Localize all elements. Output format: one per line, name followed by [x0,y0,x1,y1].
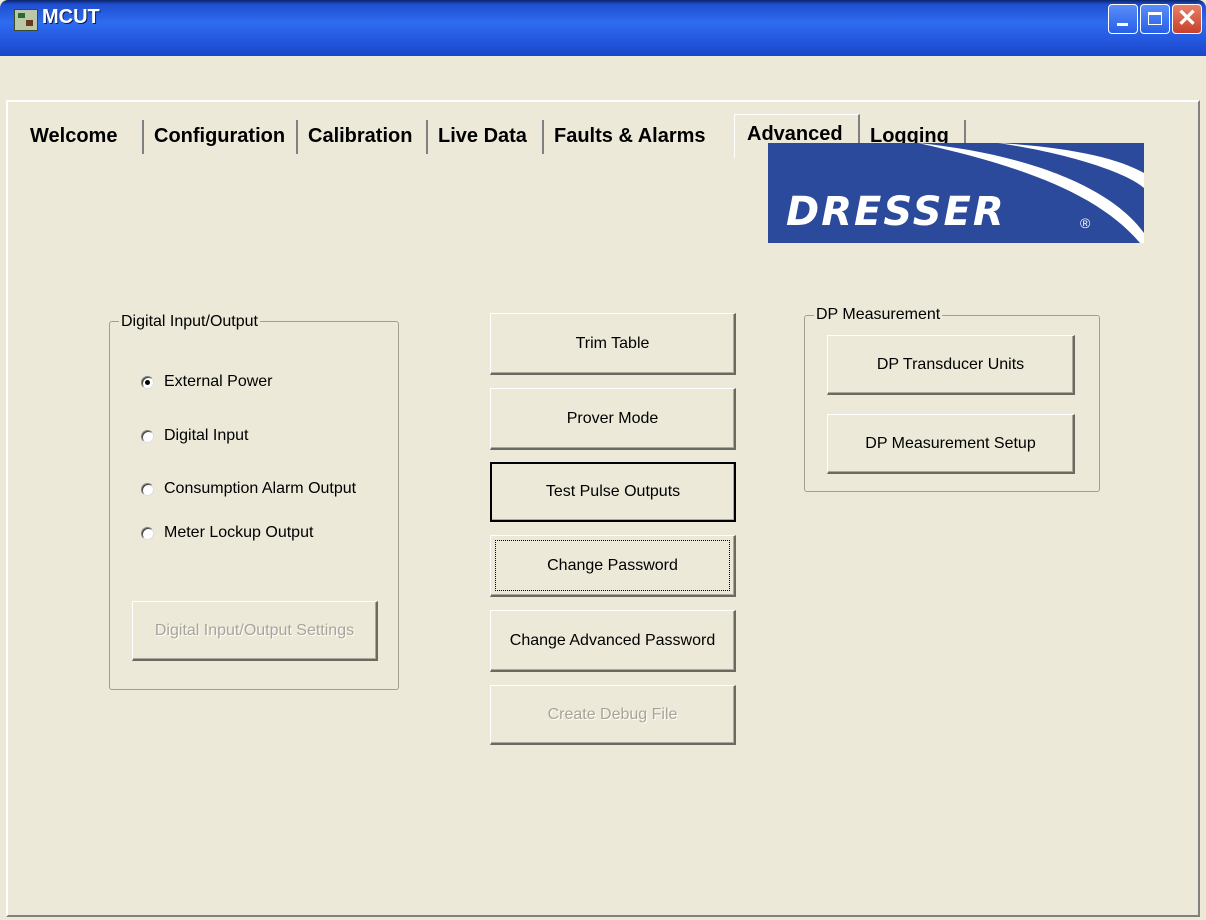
registered-mark: ® [1080,215,1091,231]
radio-label: External Power [164,373,273,390]
radio-button[interactable] [141,429,154,443]
dresser-logo: DRESSER ® [768,143,1144,243]
radio-button[interactable] [141,375,154,389]
radio-label: Meter Lockup Output [164,524,314,541]
window-title: MCUT [42,6,100,28]
close-icon: ✕ [1176,5,1198,32]
prover-mode-button[interactable]: Prover Mode [490,388,736,450]
logo-text: DRESSER [786,189,1006,235]
radio-label: Consumption Alarm Output [164,480,357,497]
radio-button[interactable] [141,482,154,496]
change-password-button[interactable]: Change Password [490,535,736,597]
create-debug-file-button[interactable]: Create Debug File [490,685,736,745]
radio-label: Digital Input [164,427,249,444]
radio-external-power[interactable]: External Power [141,370,273,394]
radio-digital-input[interactable]: Digital Input [141,424,249,448]
test-pulse-outputs-button[interactable]: Test Pulse Outputs [490,462,736,522]
close-button[interactable]: ✕ [1172,4,1202,34]
dp-measurement-setup-button[interactable]: DP Measurement Setup [827,414,1075,474]
change-advanced-password-button[interactable]: Change Advanced Password [490,610,736,672]
minimize-icon [1117,23,1128,26]
radio-button[interactable] [141,526,154,540]
title-bar[interactable]: MCUT ✕ [0,0,1206,56]
dp-measurement-group-title: DP Measurement [814,306,943,324]
tab-bar: Welcome Configuration Calibration Live D… [0,56,1206,158]
radio-meter-lockup-output[interactable]: Meter Lockup Output [141,521,313,545]
dp-transducer-units-button[interactable]: DP Transducer Units [827,335,1075,395]
maximize-button[interactable] [1140,4,1170,34]
radio-consumption-alarm-output[interactable]: Consumption Alarm Output [141,477,356,501]
logo-wordmark: DRESSER [786,189,1006,235]
trim-table-button[interactable]: Trim Table [490,313,736,375]
minimize-button[interactable] [1108,4,1138,34]
digital-io-settings-button[interactable]: Digital Input/Output Settings [132,601,378,661]
app-icon[interactable] [14,9,38,31]
maximize-icon [1148,12,1162,25]
digital-io-group-title: Digital Input/Output [119,313,260,331]
